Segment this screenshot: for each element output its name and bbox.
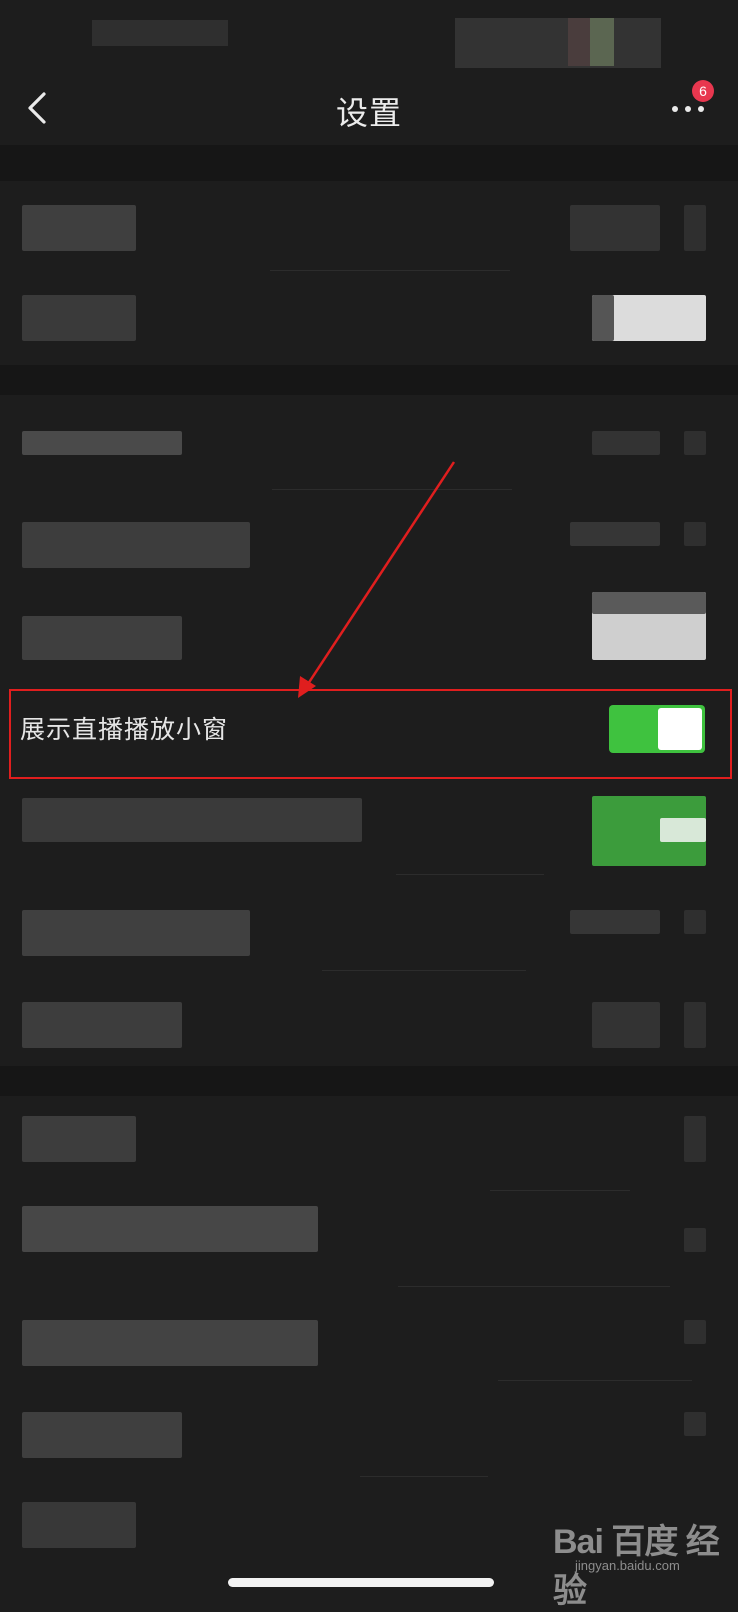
obscured-label — [22, 431, 182, 455]
obscured-label — [22, 1502, 136, 1548]
obscured-label — [22, 1002, 182, 1048]
status-bar — [0, 0, 738, 70]
obscured-value — [570, 910, 660, 934]
obscured-label — [22, 1206, 318, 1252]
obscured-value — [592, 431, 660, 455]
divider — [272, 489, 512, 490]
setting-label-live-mini-window: 展示直播播放小窗 — [20, 715, 229, 744]
section-gap — [0, 145, 738, 181]
home-indicator[interactable] — [228, 1578, 494, 1587]
obscured-status-pixel — [568, 18, 590, 66]
divider — [398, 1286, 670, 1287]
live-mini-window-toggle[interactable] — [609, 705, 705, 753]
obscured-value — [592, 1002, 660, 1048]
divider — [322, 970, 526, 971]
obscured-label — [22, 1116, 136, 1162]
list-item[interactable] — [0, 584, 738, 684]
list-item[interactable] — [0, 972, 738, 1064]
chevron-right-icon — [684, 1228, 706, 1252]
obscured-value — [570, 205, 660, 251]
notification-badge: 6 — [692, 80, 714, 102]
chevron-right-icon — [684, 1412, 706, 1436]
obscured-status-pixel — [590, 18, 614, 66]
page-title: 设置 — [335, 94, 402, 132]
more-dots-icon — [685, 106, 691, 112]
obscured-value — [570, 522, 660, 546]
obscured-label — [22, 522, 250, 568]
list-item[interactable] — [0, 273, 738, 365]
obscured-label — [22, 798, 362, 842]
divider — [498, 1380, 692, 1381]
watermark-url: jingyan.baidu.com — [575, 1558, 680, 1573]
divider — [270, 270, 510, 271]
obscured-label — [22, 1412, 182, 1458]
obscured-label — [22, 295, 136, 341]
obscured-label — [22, 1320, 318, 1366]
more-button[interactable]: 6 — [672, 80, 716, 126]
more-dots-icon — [672, 106, 678, 112]
list-item[interactable] — [0, 181, 738, 273]
chevron-right-icon — [684, 1002, 706, 1048]
chevron-right-icon — [684, 1320, 706, 1344]
list-item[interactable] — [0, 1096, 738, 1188]
obscured-label — [22, 910, 250, 956]
obscured-toggle-knob — [660, 818, 706, 842]
obscured-toggle-edge — [592, 592, 706, 614]
obscured-time — [92, 20, 228, 46]
chevron-right-icon — [684, 205, 706, 251]
chevron-right-icon — [684, 1116, 706, 1162]
divider — [360, 1476, 488, 1477]
list-item[interactable] — [0, 1288, 738, 1380]
chevron-right-icon — [684, 431, 706, 455]
list-item[interactable] — [0, 1382, 738, 1474]
obscured-toggle-edge — [592, 295, 614, 341]
chevron-right-icon — [684, 910, 706, 934]
section-gap — [0, 365, 738, 395]
obscured-label — [22, 205, 136, 251]
obscured-label — [22, 616, 182, 660]
toggle-knob — [658, 708, 702, 750]
obscured-status-icons — [455, 18, 661, 68]
divider — [396, 874, 544, 875]
watermark: Bai 百度 经验 jingyan.baidu.com — [553, 1514, 733, 1610]
nav-header: 设置 6 — [0, 70, 738, 145]
section-gap — [0, 1066, 738, 1096]
list-item[interactable] — [0, 784, 738, 876]
list-item[interactable] — [0, 395, 738, 487]
divider — [490, 1190, 630, 1191]
chevron-right-icon — [684, 522, 706, 546]
list-item[interactable] — [0, 492, 738, 584]
list-item[interactable] — [0, 1192, 738, 1284]
more-dots-icon — [698, 106, 704, 112]
list-item[interactable] — [0, 876, 738, 968]
